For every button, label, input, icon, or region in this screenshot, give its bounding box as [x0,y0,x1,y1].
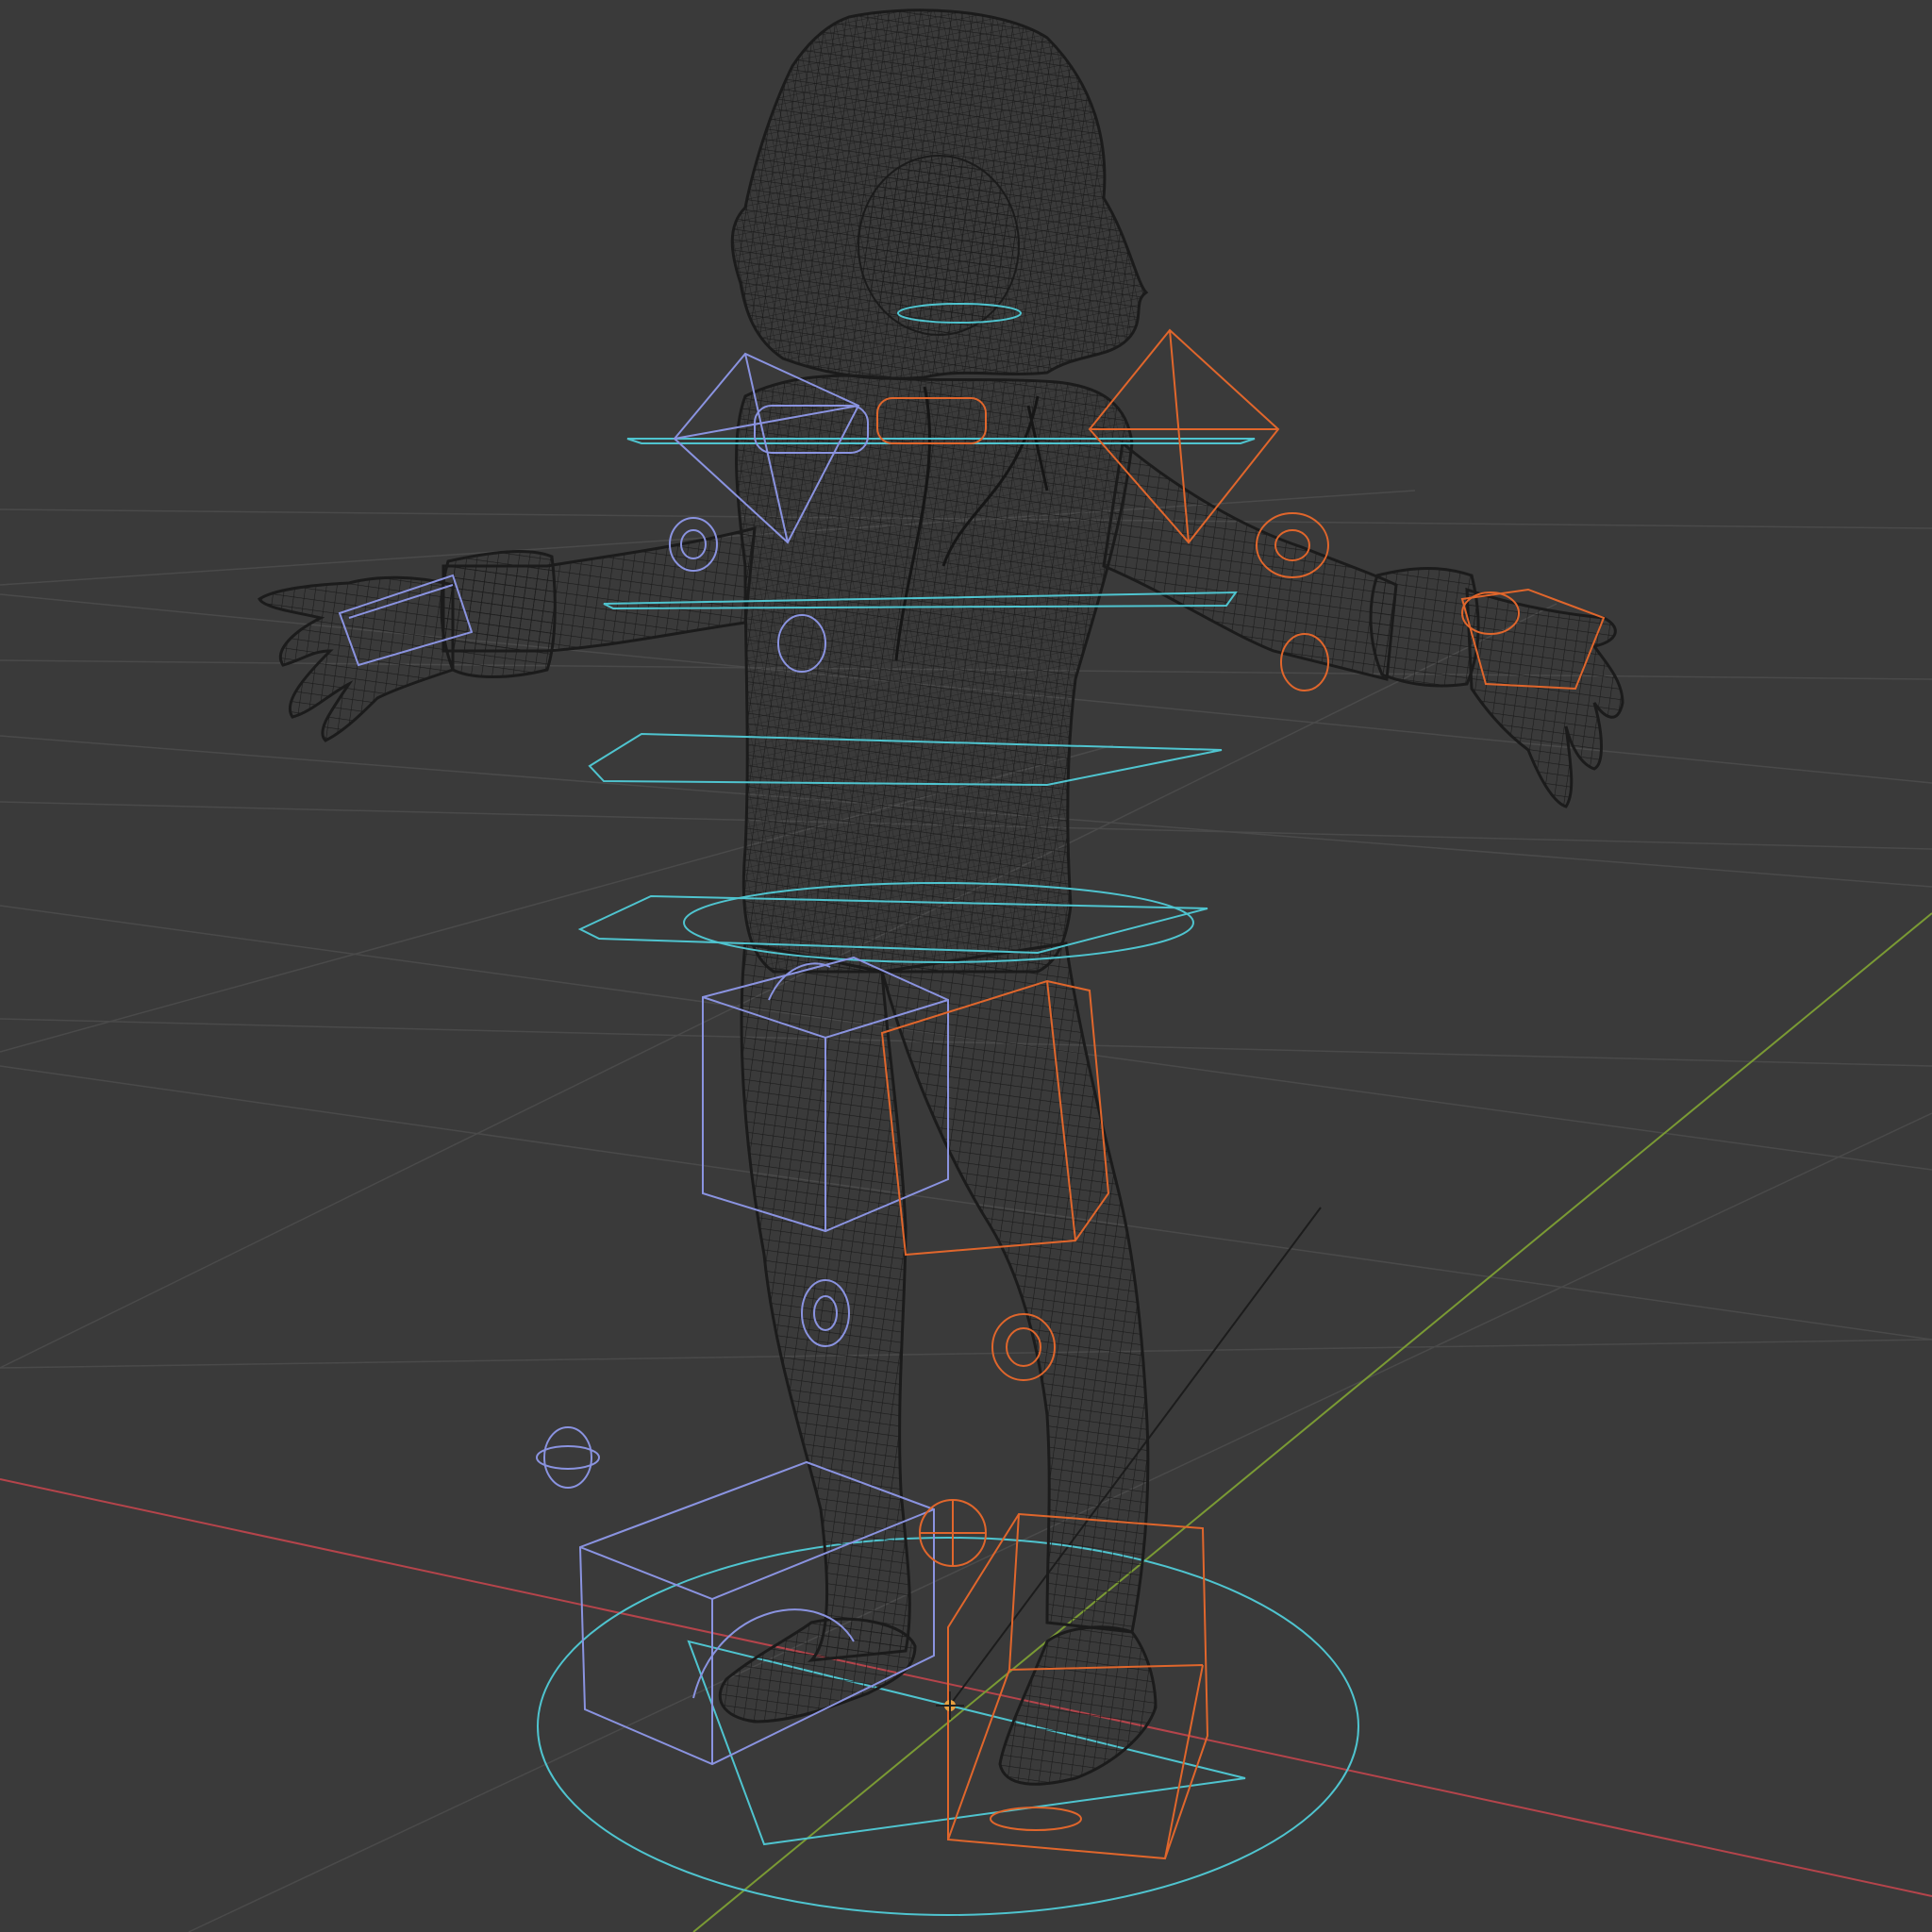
right-hand-mesh [1465,587,1624,808]
face-mesh [858,155,1020,336]
left-cuff-mesh [440,550,557,678]
right-cuff-mesh [1369,567,1480,688]
right-arm-mesh [1102,441,1398,681]
grid-line [0,1339,1932,1369]
right-shoe-mesh [998,1625,1158,1786]
character-mesh[interactable] [258,8,1624,1786]
3d-cursor[interactable] [936,1691,964,1720]
left-pole-target[interactable] [543,1426,592,1489]
3d-viewport[interactable] [0,0,1932,1932]
left-shoe-mesh [718,1617,917,1724]
viewport-canvas[interactable] [0,0,1932,1932]
x-axis-line [0,1478,1932,1897]
right-leg-mesh [880,941,1150,1634]
